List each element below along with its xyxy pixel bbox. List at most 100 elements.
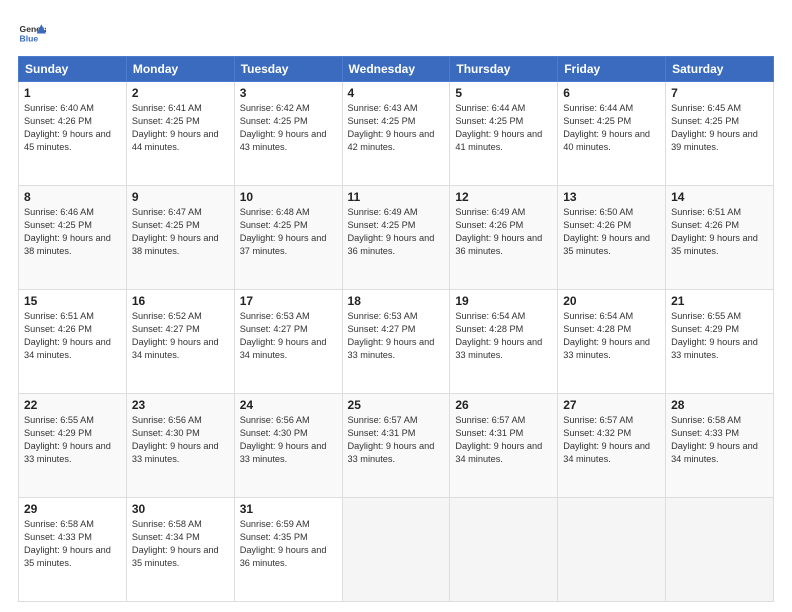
col-header-saturday: Saturday xyxy=(666,57,774,82)
week-row-1: 1 Sunrise: 6:40 AMSunset: 4:26 PMDaylight… xyxy=(19,82,774,186)
day-number: 1 xyxy=(24,86,121,100)
week-row-4: 22 Sunrise: 6:55 AMSunset: 4:29 PMDayligh… xyxy=(19,394,774,498)
calendar-cell: 29 Sunrise: 6:58 AMSunset: 4:33 PMDayligh… xyxy=(19,498,127,602)
cell-info: Sunrise: 6:56 AMSunset: 4:30 PMDaylight:… xyxy=(132,414,229,466)
cell-info: Sunrise: 6:40 AMSunset: 4:26 PMDaylight:… xyxy=(24,102,121,154)
logo-icon: General Blue xyxy=(18,18,46,46)
cell-info: Sunrise: 6:57 AMSunset: 4:32 PMDaylight:… xyxy=(563,414,660,466)
day-number: 16 xyxy=(132,294,229,308)
cell-info: Sunrise: 6:55 AMSunset: 4:29 PMDaylight:… xyxy=(24,414,121,466)
day-number: 18 xyxy=(348,294,445,308)
day-number: 29 xyxy=(24,502,121,516)
logo: General Blue xyxy=(18,18,46,46)
cell-info: Sunrise: 6:52 AMSunset: 4:27 PMDaylight:… xyxy=(132,310,229,362)
calendar-cell: 11 Sunrise: 6:49 AMSunset: 4:25 PMDayligh… xyxy=(342,186,450,290)
cell-info: Sunrise: 6:58 AMSunset: 4:34 PMDaylight:… xyxy=(132,518,229,570)
cell-info: Sunrise: 6:44 AMSunset: 4:25 PMDaylight:… xyxy=(563,102,660,154)
cell-info: Sunrise: 6:45 AMSunset: 4:25 PMDaylight:… xyxy=(671,102,768,154)
cell-info: Sunrise: 6:43 AMSunset: 4:25 PMDaylight:… xyxy=(348,102,445,154)
calendar-cell: 14 Sunrise: 6:51 AMSunset: 4:26 PMDayligh… xyxy=(666,186,774,290)
day-number: 13 xyxy=(563,190,660,204)
col-header-wednesday: Wednesday xyxy=(342,57,450,82)
calendar-cell xyxy=(342,498,450,602)
calendar-cell: 16 Sunrise: 6:52 AMSunset: 4:27 PMDayligh… xyxy=(126,290,234,394)
calendar-cell: 23Sunrise: 6:56 AMSunset: 4:30 PMDayligh… xyxy=(126,394,234,498)
day-number: 20 xyxy=(563,294,660,308)
col-header-friday: Friday xyxy=(558,57,666,82)
calendar-cell: 28 Sunrise: 6:58 AMSunset: 4:33 PMDayligh… xyxy=(666,394,774,498)
day-number: 9 xyxy=(132,190,229,204)
cell-info: Sunrise: 6:55 AMSunset: 4:29 PMDaylight:… xyxy=(671,310,768,362)
day-number: 24 xyxy=(240,398,337,412)
day-number: 26 xyxy=(455,398,552,412)
calendar: SundayMondayTuesdayWednesdayThursdayFrid… xyxy=(18,56,774,602)
calendar-cell: 27 Sunrise: 6:57 AMSunset: 4:32 PMDayligh… xyxy=(558,394,666,498)
calendar-cell: 9Sunrise: 6:47 AMSunset: 4:25 PMDaylight… xyxy=(126,186,234,290)
calendar-cell xyxy=(450,498,558,602)
cell-info: Sunrise: 6:57 AMSunset: 4:31 PMDaylight:… xyxy=(348,414,445,466)
calendar-cell: 22 Sunrise: 6:55 AMSunset: 4:29 PMDayligh… xyxy=(19,394,127,498)
cell-info: Sunrise: 6:50 AMSunset: 4:26 PMDaylight:… xyxy=(563,206,660,258)
calendar-cell: 26 Sunrise: 6:57 AMSunset: 4:31 PMDayligh… xyxy=(450,394,558,498)
cell-info: Sunrise: 6:53 AMSunset: 4:27 PMDaylight:… xyxy=(348,310,445,362)
cell-info: Sunrise: 6:49 AMSunset: 4:25 PMDaylight:… xyxy=(348,206,445,258)
day-number: 25 xyxy=(348,398,445,412)
day-number: 8 xyxy=(24,190,121,204)
cell-info: Sunrise: 6:49 AMSunset: 4:26 PMDaylight:… xyxy=(455,206,552,258)
cell-info: Sunrise: 6:58 AMSunset: 4:33 PMDaylight:… xyxy=(24,518,121,570)
cell-info: Sunrise: 6:54 AMSunset: 4:28 PMDaylight:… xyxy=(563,310,660,362)
calendar-cell: 10 Sunrise: 6:48 AMSunset: 4:25 PMDayligh… xyxy=(234,186,342,290)
cell-info: Sunrise: 6:51 AMSunset: 4:26 PMDaylight:… xyxy=(24,310,121,362)
day-number: 12 xyxy=(455,190,552,204)
day-number: 11 xyxy=(348,190,445,204)
cell-info: Sunrise: 6:56 AMSunset: 4:30 PMDaylight:… xyxy=(240,414,337,466)
day-number: 19 xyxy=(455,294,552,308)
cell-info: Sunrise: 6:48 AMSunset: 4:25 PMDaylight:… xyxy=(240,206,337,258)
calendar-cell: 6 Sunrise: 6:44 AMSunset: 4:25 PMDaylight… xyxy=(558,82,666,186)
day-number: 10 xyxy=(240,190,337,204)
col-header-sunday: Sunday xyxy=(19,57,127,82)
calendar-cell: 17Sunrise: 6:53 AMSunset: 4:27 PMDayligh… xyxy=(234,290,342,394)
day-number: 7 xyxy=(671,86,768,100)
calendar-cell xyxy=(558,498,666,602)
calendar-cell: 30Sunrise: 6:58 AMSunset: 4:34 PMDayligh… xyxy=(126,498,234,602)
calendar-cell: 24 Sunrise: 6:56 AMSunset: 4:30 PMDayligh… xyxy=(234,394,342,498)
cell-info: Sunrise: 6:54 AMSunset: 4:28 PMDaylight:… xyxy=(455,310,552,362)
day-number: 31 xyxy=(240,502,337,516)
cell-info: Sunrise: 6:44 AMSunset: 4:25 PMDaylight:… xyxy=(455,102,552,154)
day-number: 6 xyxy=(563,86,660,100)
week-row-3: 15 Sunrise: 6:51 AMSunset: 4:26 PMDayligh… xyxy=(19,290,774,394)
calendar-cell: 20 Sunrise: 6:54 AMSunset: 4:28 PMDayligh… xyxy=(558,290,666,394)
cell-info: Sunrise: 6:42 AMSunset: 4:25 PMDaylight:… xyxy=(240,102,337,154)
cell-info: Sunrise: 6:41 AMSunset: 4:25 PMDaylight:… xyxy=(132,102,229,154)
page: General Blue SundayMondayTuesdayWednesda… xyxy=(0,0,792,612)
day-number: 27 xyxy=(563,398,660,412)
day-number: 21 xyxy=(671,294,768,308)
svg-text:Blue: Blue xyxy=(20,33,39,43)
day-number: 14 xyxy=(671,190,768,204)
cell-info: Sunrise: 6:58 AMSunset: 4:33 PMDaylight:… xyxy=(671,414,768,466)
calendar-cell xyxy=(666,498,774,602)
day-number: 4 xyxy=(348,86,445,100)
week-row-5: 29 Sunrise: 6:58 AMSunset: 4:33 PMDayligh… xyxy=(19,498,774,602)
cell-info: Sunrise: 6:46 AMSunset: 4:25 PMDaylight:… xyxy=(24,206,121,258)
calendar-cell: 18 Sunrise: 6:53 AMSunset: 4:27 PMDayligh… xyxy=(342,290,450,394)
cell-info: Sunrise: 6:57 AMSunset: 4:31 PMDaylight:… xyxy=(455,414,552,466)
day-number: 3 xyxy=(240,86,337,100)
calendar-cell: 7 Sunrise: 6:45 AMSunset: 4:25 PMDaylight… xyxy=(666,82,774,186)
day-number: 17 xyxy=(240,294,337,308)
day-number: 5 xyxy=(455,86,552,100)
col-header-thursday: Thursday xyxy=(450,57,558,82)
col-header-monday: Monday xyxy=(126,57,234,82)
calendar-cell: 8 Sunrise: 6:46 AMSunset: 4:25 PMDaylight… xyxy=(19,186,127,290)
calendar-cell: 3 Sunrise: 6:42 AMSunset: 4:25 PMDaylight… xyxy=(234,82,342,186)
day-number: 28 xyxy=(671,398,768,412)
calendar-cell: 1 Sunrise: 6:40 AMSunset: 4:26 PMDaylight… xyxy=(19,82,127,186)
cell-info: Sunrise: 6:51 AMSunset: 4:26 PMDaylight:… xyxy=(671,206,768,258)
calendar-cell: 25 Sunrise: 6:57 AMSunset: 4:31 PMDayligh… xyxy=(342,394,450,498)
calendar-cell: 2Sunrise: 6:41 AMSunset: 4:25 PMDaylight… xyxy=(126,82,234,186)
calendar-cell: 31Sunrise: 6:59 AMSunset: 4:35 PMDayligh… xyxy=(234,498,342,602)
day-number: 15 xyxy=(24,294,121,308)
week-row-2: 8 Sunrise: 6:46 AMSunset: 4:25 PMDaylight… xyxy=(19,186,774,290)
day-number: 22 xyxy=(24,398,121,412)
